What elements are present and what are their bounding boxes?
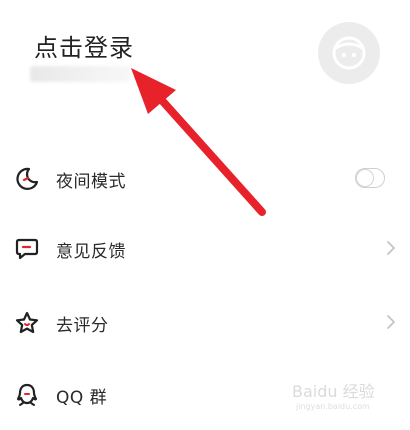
chevron-right-icon	[387, 315, 395, 329]
login-title[interactable]: 点击登录	[34, 28, 134, 63]
avatar-face-icon	[332, 36, 366, 70]
qq-icon	[16, 383, 38, 406]
feedback-icon	[15, 238, 39, 260]
menu-item-rate[interactable]: 去评分	[0, 298, 410, 346]
menu-label-feedback: 意见反馈	[56, 242, 126, 262]
blurred-subtitle	[30, 66, 130, 82]
menu-item-feedback[interactable]: 意见反馈	[0, 224, 410, 272]
menu-label-qq-group: QQ 群	[56, 388, 108, 408]
watermark-url: jingyan.baidu.com	[296, 402, 370, 411]
toggle-knob	[357, 170, 373, 186]
night-mode-toggle[interactable]	[355, 168, 385, 188]
menu-label-night-mode: 夜间模式	[56, 172, 126, 192]
moon-icon	[16, 167, 39, 190]
menu-label-rate: 去评分	[56, 316, 109, 336]
menu-item-night-mode[interactable]: 夜间模式	[0, 154, 410, 202]
star-icon	[15, 311, 39, 334]
chevron-right-icon	[387, 241, 395, 255]
avatar[interactable]	[318, 22, 380, 84]
watermark-logo: Baidu 经验	[292, 382, 375, 401]
